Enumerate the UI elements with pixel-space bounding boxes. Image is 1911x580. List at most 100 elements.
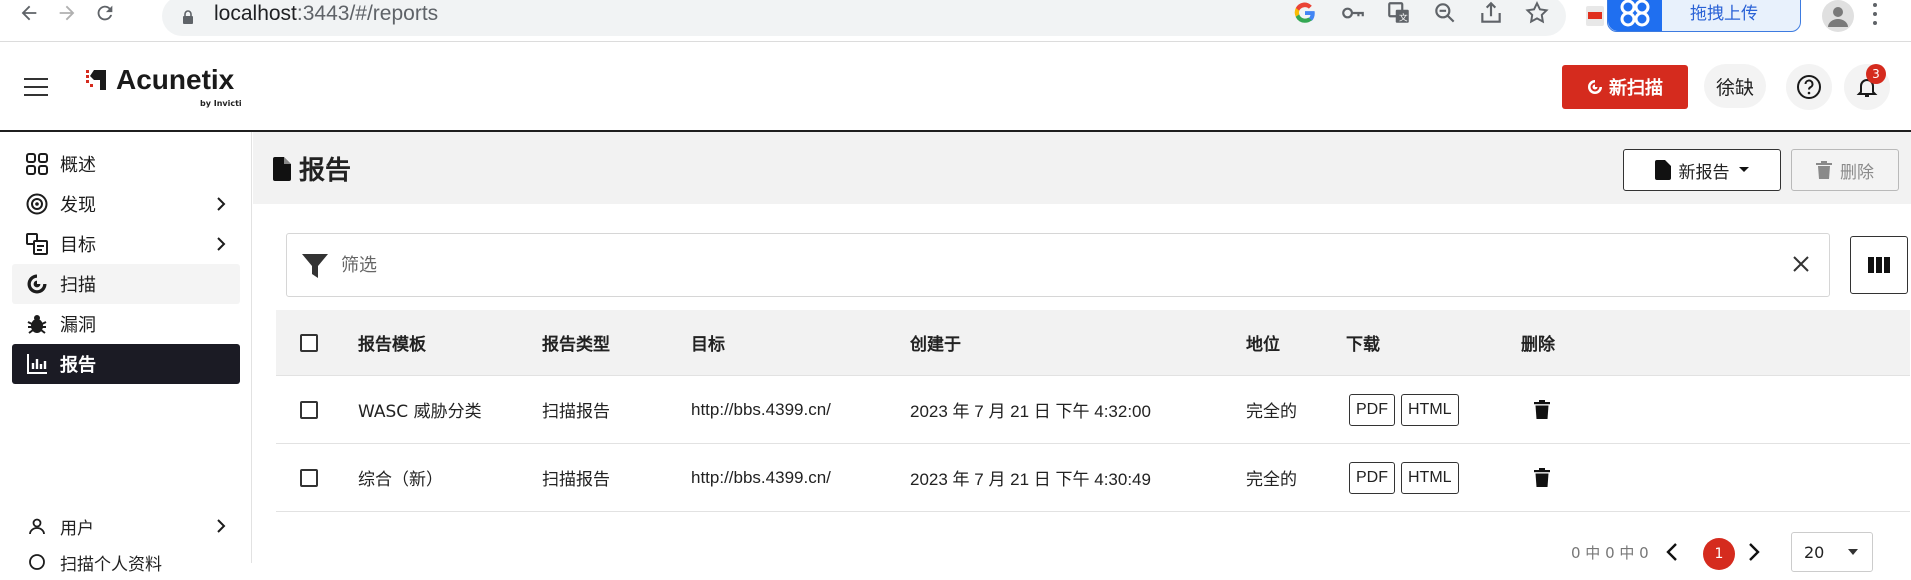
zoom-out-icon[interactable] <box>1432 0 1458 26</box>
hamburger-menu-icon[interactable] <box>24 78 48 96</box>
report-created: 2023 年 7 月 21 日 下午 4:30:49 <box>910 470 1151 489</box>
help-button[interactable] <box>1786 64 1832 110</box>
sidebar-item-label: 扫描个人资料 <box>60 554 162 575</box>
delete-row-button[interactable] <box>1534 444 1550 511</box>
targets-icon <box>24 231 50 257</box>
filter-input[interactable] <box>341 248 1741 282</box>
address-bar[interactable]: localhost:3443/#/reports 文 <box>162 0 1566 36</box>
sidebar-item-vulnerabilities[interactable]: 漏洞 <box>12 304 240 344</box>
column-header-status[interactable]: 地位 <box>1246 310 1280 375</box>
report-created: 2023 年 7 月 21 日 下午 4:32:00 <box>910 402 1151 421</box>
filter-icon <box>302 254 328 278</box>
sidebar-item-label: 概述 <box>60 155 96 176</box>
caret-down-icon <box>1848 549 1858 555</box>
report-target[interactable]: http://bbs.4399.cn/ <box>691 444 831 511</box>
filter-bar[interactable] <box>286 233 1830 297</box>
new-scan-button[interactable]: 新扫描 <box>1562 65 1688 109</box>
dashboard-icon <box>24 151 50 177</box>
select-all-checkbox[interactable] <box>300 333 318 352</box>
sidebar-item-overview[interactable]: 概述 <box>12 144 240 184</box>
delete-button[interactable]: 删除 <box>1791 149 1899 191</box>
back-icon[interactable] <box>18 2 40 28</box>
chevron-right-icon[interactable] <box>1747 542 1761 562</box>
report-template: WASC 威胁分类 <box>358 402 482 422</box>
profile-icon <box>24 553 50 571</box>
help-icon <box>1797 75 1821 99</box>
column-settings-button[interactable] <box>1850 236 1908 294</box>
new-report-button[interactable]: 新报告 <box>1623 149 1781 191</box>
sidebar-item-targets[interactable]: 目标 <box>12 224 240 264</box>
delete-row-button[interactable] <box>1534 376 1550 443</box>
table-row[interactable]: 综合（新） 扫描报告 http://bbs.4399.cn/ 2023 年 7 … <box>276 444 1910 512</box>
share-icon[interactable] <box>1478 0 1504 26</box>
sidebar-item-scan-profiles[interactable]: 扫描个人资料 <box>12 544 240 580</box>
sidebar-item-discovery[interactable]: 发现 <box>12 184 240 224</box>
notification-badge: 3 <box>1866 64 1886 84</box>
download-html-button[interactable]: HTML <box>1401 393 1459 426</box>
profile-icon[interactable] <box>1822 0 1854 32</box>
brand-byline: by Invicti <box>200 99 242 108</box>
report-target[interactable]: http://bbs.4399.cn/ <box>691 376 831 443</box>
acunetix-logo-icon <box>86 70 106 90</box>
page-header: 报告 新报告 删除 <box>253 132 1911 204</box>
table-header: 报告模板 报告类型 目标 创建于 地位 下载 删除 <box>276 310 1910 376</box>
page-title-text: 报告 <box>299 156 352 186</box>
lock-icon[interactable] <box>182 10 194 24</box>
upload-extension-button[interactable]: 拖拽上传 <box>1607 0 1801 32</box>
column-header-type[interactable]: 报告类型 <box>542 310 610 375</box>
report-status: 完全的 <box>1246 470 1297 490</box>
sidebar-item-label: 报告 <box>60 355 96 376</box>
sidebar-item-scans[interactable]: 扫描 <box>12 264 240 304</box>
google-icon[interactable] <box>1292 0 1318 26</box>
row-checkbox[interactable] <box>300 468 318 487</box>
trash-icon <box>1816 161 1832 179</box>
report-type: 扫描报告 <box>542 470 610 490</box>
chevron-right-icon <box>217 197 226 211</box>
pdf-extension-icon[interactable] <box>1586 6 1604 26</box>
document-icon <box>1654 160 1671 180</box>
target-circle-icon <box>24 191 50 217</box>
sidebar-item-label: 扫描 <box>60 275 96 296</box>
document-icon <box>273 156 291 181</box>
forward-icon[interactable] <box>56 2 78 28</box>
translate-icon[interactable]: 文 <box>1386 0 1412 26</box>
menu-dots-icon[interactable] <box>1873 2 1877 26</box>
key-icon[interactable] <box>1340 0 1366 26</box>
sidebar-item-label: 发现 <box>60 195 96 216</box>
brand-name: Acunetix <box>116 64 235 95</box>
reload-icon[interactable] <box>94 2 116 28</box>
scan-icon <box>1588 80 1602 94</box>
user-menu-button[interactable]: 徐缺 <box>1704 64 1766 108</box>
column-header-target[interactable]: 目标 <box>691 310 725 375</box>
download-buttons: PDF HTML <box>1349 444 1465 511</box>
trash-icon <box>1534 468 1550 487</box>
row-checkbox[interactable] <box>300 400 318 419</box>
report-status: 完全的 <box>1246 402 1297 422</box>
sidebar-item-reports[interactable]: 报告 <box>12 344 240 384</box>
report-type: 扫描报告 <box>542 402 610 422</box>
close-icon[interactable] <box>1791 254 1811 274</box>
column-header-created[interactable]: 创建于 <box>910 310 961 375</box>
reports-table: 报告模板 报告类型 目标 创建于 地位 下载 删除 WASC 威胁分类 扫描报告… <box>276 310 1910 512</box>
sidebar-item-label: 用户 <box>60 518 94 539</box>
table-row[interactable]: WASC 威胁分类 扫描报告 http://bbs.4399.cn/ 2023 … <box>276 376 1910 444</box>
current-page-button[interactable]: 1 <box>1703 538 1735 570</box>
download-pdf-button[interactable]: PDF <box>1349 393 1395 426</box>
main-content: 报告 新报告 删除 报告模板 报告类型 目标 创建于 地位 下载 删除 <box>253 132 1911 572</box>
report-template: 综合（新） <box>358 470 443 490</box>
sidebar-item-users[interactable]: 用户 <box>12 508 240 544</box>
column-header-template[interactable]: 报告模板 <box>358 310 426 375</box>
column-header-delete: 删除 <box>1521 335 1555 355</box>
page-size-select[interactable]: 20 <box>1791 532 1873 572</box>
download-html-button[interactable]: HTML <box>1401 461 1459 494</box>
download-pdf-button[interactable]: PDF <box>1349 461 1395 494</box>
chevron-left-icon[interactable] <box>1665 542 1679 562</box>
svg-text:文: 文 <box>1399 12 1408 24</box>
page-size-value: 20 <box>1804 542 1825 562</box>
download-buttons: PDF HTML <box>1349 376 1465 443</box>
chart-icon <box>24 351 50 377</box>
new-scan-label: 新扫描 <box>1609 78 1663 99</box>
star-icon[interactable] <box>1524 0 1550 26</box>
url-text[interactable]: localhost:3443/#/reports <box>214 2 438 26</box>
chevron-right-icon <box>217 237 226 251</box>
